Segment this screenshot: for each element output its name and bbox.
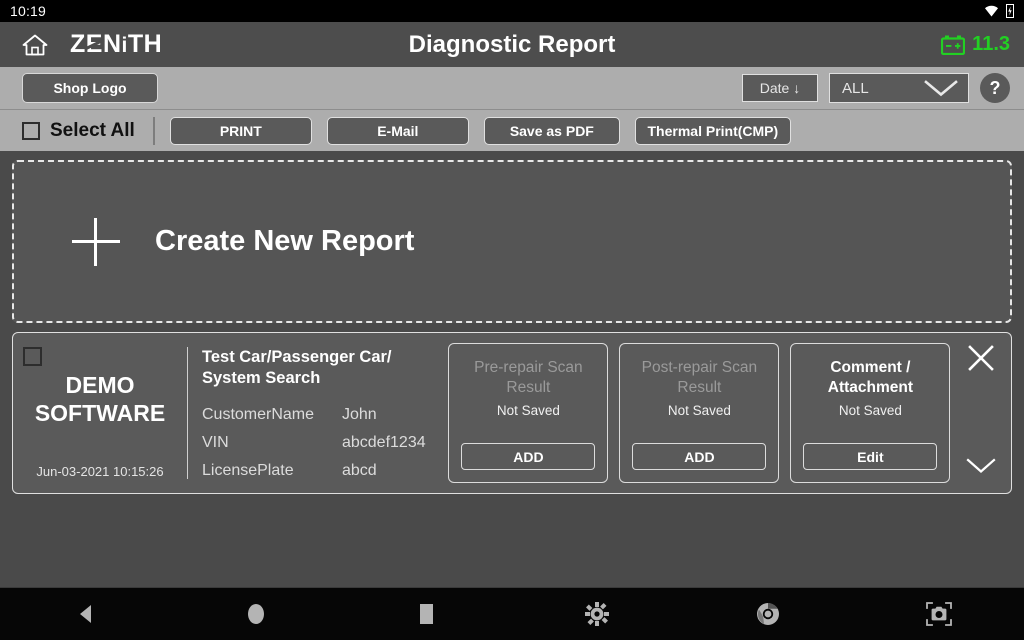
car-battery-icon [941, 35, 965, 55]
info-row-customer-name: CustomerName John [202, 401, 444, 429]
info-row-license-plate: LicensePlate abcd [202, 457, 444, 485]
create-new-report-label: Create New Report [155, 225, 414, 258]
status-clock: 10:19 [10, 3, 46, 19]
pre-repair-add-button[interactable]: ADD [461, 443, 595, 470]
brand-letter-n: N [103, 30, 122, 59]
report-select-checkbox[interactable] [23, 347, 42, 366]
panel-title-line2: Attachment [828, 378, 913, 398]
panel-status: Not Saved [668, 403, 731, 418]
select-all-checkbox[interactable] [22, 122, 40, 140]
comment-attachment-panel: Comment / Attachment Not Saved Edit [790, 343, 950, 483]
panel-title-line1: Pre-repair Scan [474, 358, 583, 378]
nav-screenshot-camera-icon[interactable] [853, 602, 1024, 626]
report-card: DEMO SOFTWARE Jun-03-2021 10:15:26 Test … [12, 332, 1012, 494]
select-all-label: Select All [50, 120, 135, 142]
email-button[interactable]: E-Mail [327, 117, 469, 145]
battery-icon [1006, 4, 1014, 18]
panel-title: Post-repair Scan Result [642, 358, 757, 398]
vehicle-title-line2: System Search [202, 368, 444, 389]
info-value: John [342, 401, 377, 429]
report-timestamp: Jun-03-2021 10:15:26 [13, 464, 187, 479]
shop-logo-row: Shop Logo Date ↓ ALL ? [0, 67, 1024, 109]
wifi-icon [984, 5, 999, 17]
software-name-line2: SOFTWARE [35, 399, 165, 427]
create-new-report-button[interactable]: Create New Report [12, 160, 1012, 323]
report-vehicle-info: Test Car/Passenger Car/ System Search Cu… [188, 333, 444, 493]
vehicle-title-line1: Test Car/Passenger Car/ [202, 347, 444, 368]
vehicle-title: Test Car/Passenger Car/ System Search [202, 347, 444, 389]
info-key: CustomerName [202, 401, 342, 429]
nav-browser-chrome-icon[interactable] [683, 602, 854, 626]
status-icon-group [984, 4, 1014, 18]
report-software-name: DEMO SOFTWARE [35, 371, 165, 427]
software-name-line1: DEMO [35, 371, 165, 399]
voltage-value: 11.3 [972, 33, 1010, 56]
plus-icon [72, 218, 120, 266]
info-value: abcdef1234 [342, 429, 426, 457]
nav-back-icon[interactable] [0, 604, 171, 624]
expand-chevron-down-icon[interactable] [966, 458, 996, 479]
info-row-vin: VIN abcdef1234 [202, 429, 444, 457]
app-root: 10:19 ZENiTH Diagnostic Report [0, 0, 1024, 640]
panel-status: Not Saved [839, 403, 902, 418]
shop-logo-button[interactable]: Shop Logo [22, 73, 158, 103]
info-key: VIN [202, 429, 342, 457]
select-all-control[interactable]: Select All [22, 120, 135, 142]
home-icon[interactable] [22, 33, 48, 57]
close-icon[interactable] [966, 343, 996, 378]
filter-dropdown[interactable]: ALL [829, 73, 969, 103]
save-pdf-button[interactable]: Save as PDF [484, 117, 620, 145]
panel-title-line2: Result [474, 378, 583, 398]
brand-letters-th: TH [128, 30, 162, 59]
print-button[interactable]: PRINT [170, 117, 312, 145]
brand-logo: ZENiTH [70, 30, 162, 59]
android-status-bar: 10:19 [0, 0, 1024, 22]
nav-recents-icon[interactable] [341, 603, 512, 625]
report-card-actions [950, 333, 1011, 493]
android-navigation-bar [0, 587, 1024, 640]
chevron-down-icon [924, 80, 958, 97]
filter-controls: Date ↓ ALL ? [742, 73, 1010, 103]
report-identity: DEMO SOFTWARE Jun-03-2021 10:15:26 [13, 333, 187, 493]
report-panels: Pre-repair Scan Result Not Saved ADD Pos… [444, 333, 950, 493]
panel-title-line1: Comment / [828, 358, 913, 378]
panel-status: Not Saved [497, 403, 560, 418]
date-sort-button[interactable]: Date ↓ [742, 74, 818, 102]
info-key: LicensePlate [202, 457, 342, 485]
post-repair-add-button[interactable]: ADD [632, 443, 766, 470]
filter-dropdown-value: ALL [842, 80, 869, 97]
post-repair-scan-panel: Post-repair Scan Result Not Saved ADD [619, 343, 779, 483]
pre-repair-scan-panel: Pre-repair Scan Result Not Saved ADD [448, 343, 608, 483]
action-toolbar: Select All PRINT E-Mail Save as PDF Ther… [0, 109, 1024, 151]
vehicle-detail-list: CustomerName John VIN abcdef1234 License… [202, 401, 444, 485]
app-header: ZENiTH Diagnostic Report 11.3 [0, 22, 1024, 67]
help-button[interactable]: ? [980, 73, 1010, 103]
battery-voltage-indicator: 11.3 [941, 33, 1010, 56]
comment-edit-button[interactable]: Edit [803, 443, 937, 470]
toolbar-divider [153, 117, 155, 145]
panel-title-line1: Post-repair Scan [642, 358, 757, 378]
nav-home-icon[interactable] [171, 603, 342, 625]
thermal-print-button[interactable]: Thermal Print(CMP) [635, 117, 791, 145]
info-value: abcd [342, 457, 377, 485]
panel-title-line2: Result [642, 378, 757, 398]
nav-settings-gear-icon[interactable] [512, 602, 683, 626]
brand-letter-z: Z [70, 30, 86, 59]
panel-title: Comment / Attachment [828, 358, 913, 398]
brand-letter-e: E [86, 30, 103, 59]
panel-title: Pre-repair Scan Result [474, 358, 583, 398]
